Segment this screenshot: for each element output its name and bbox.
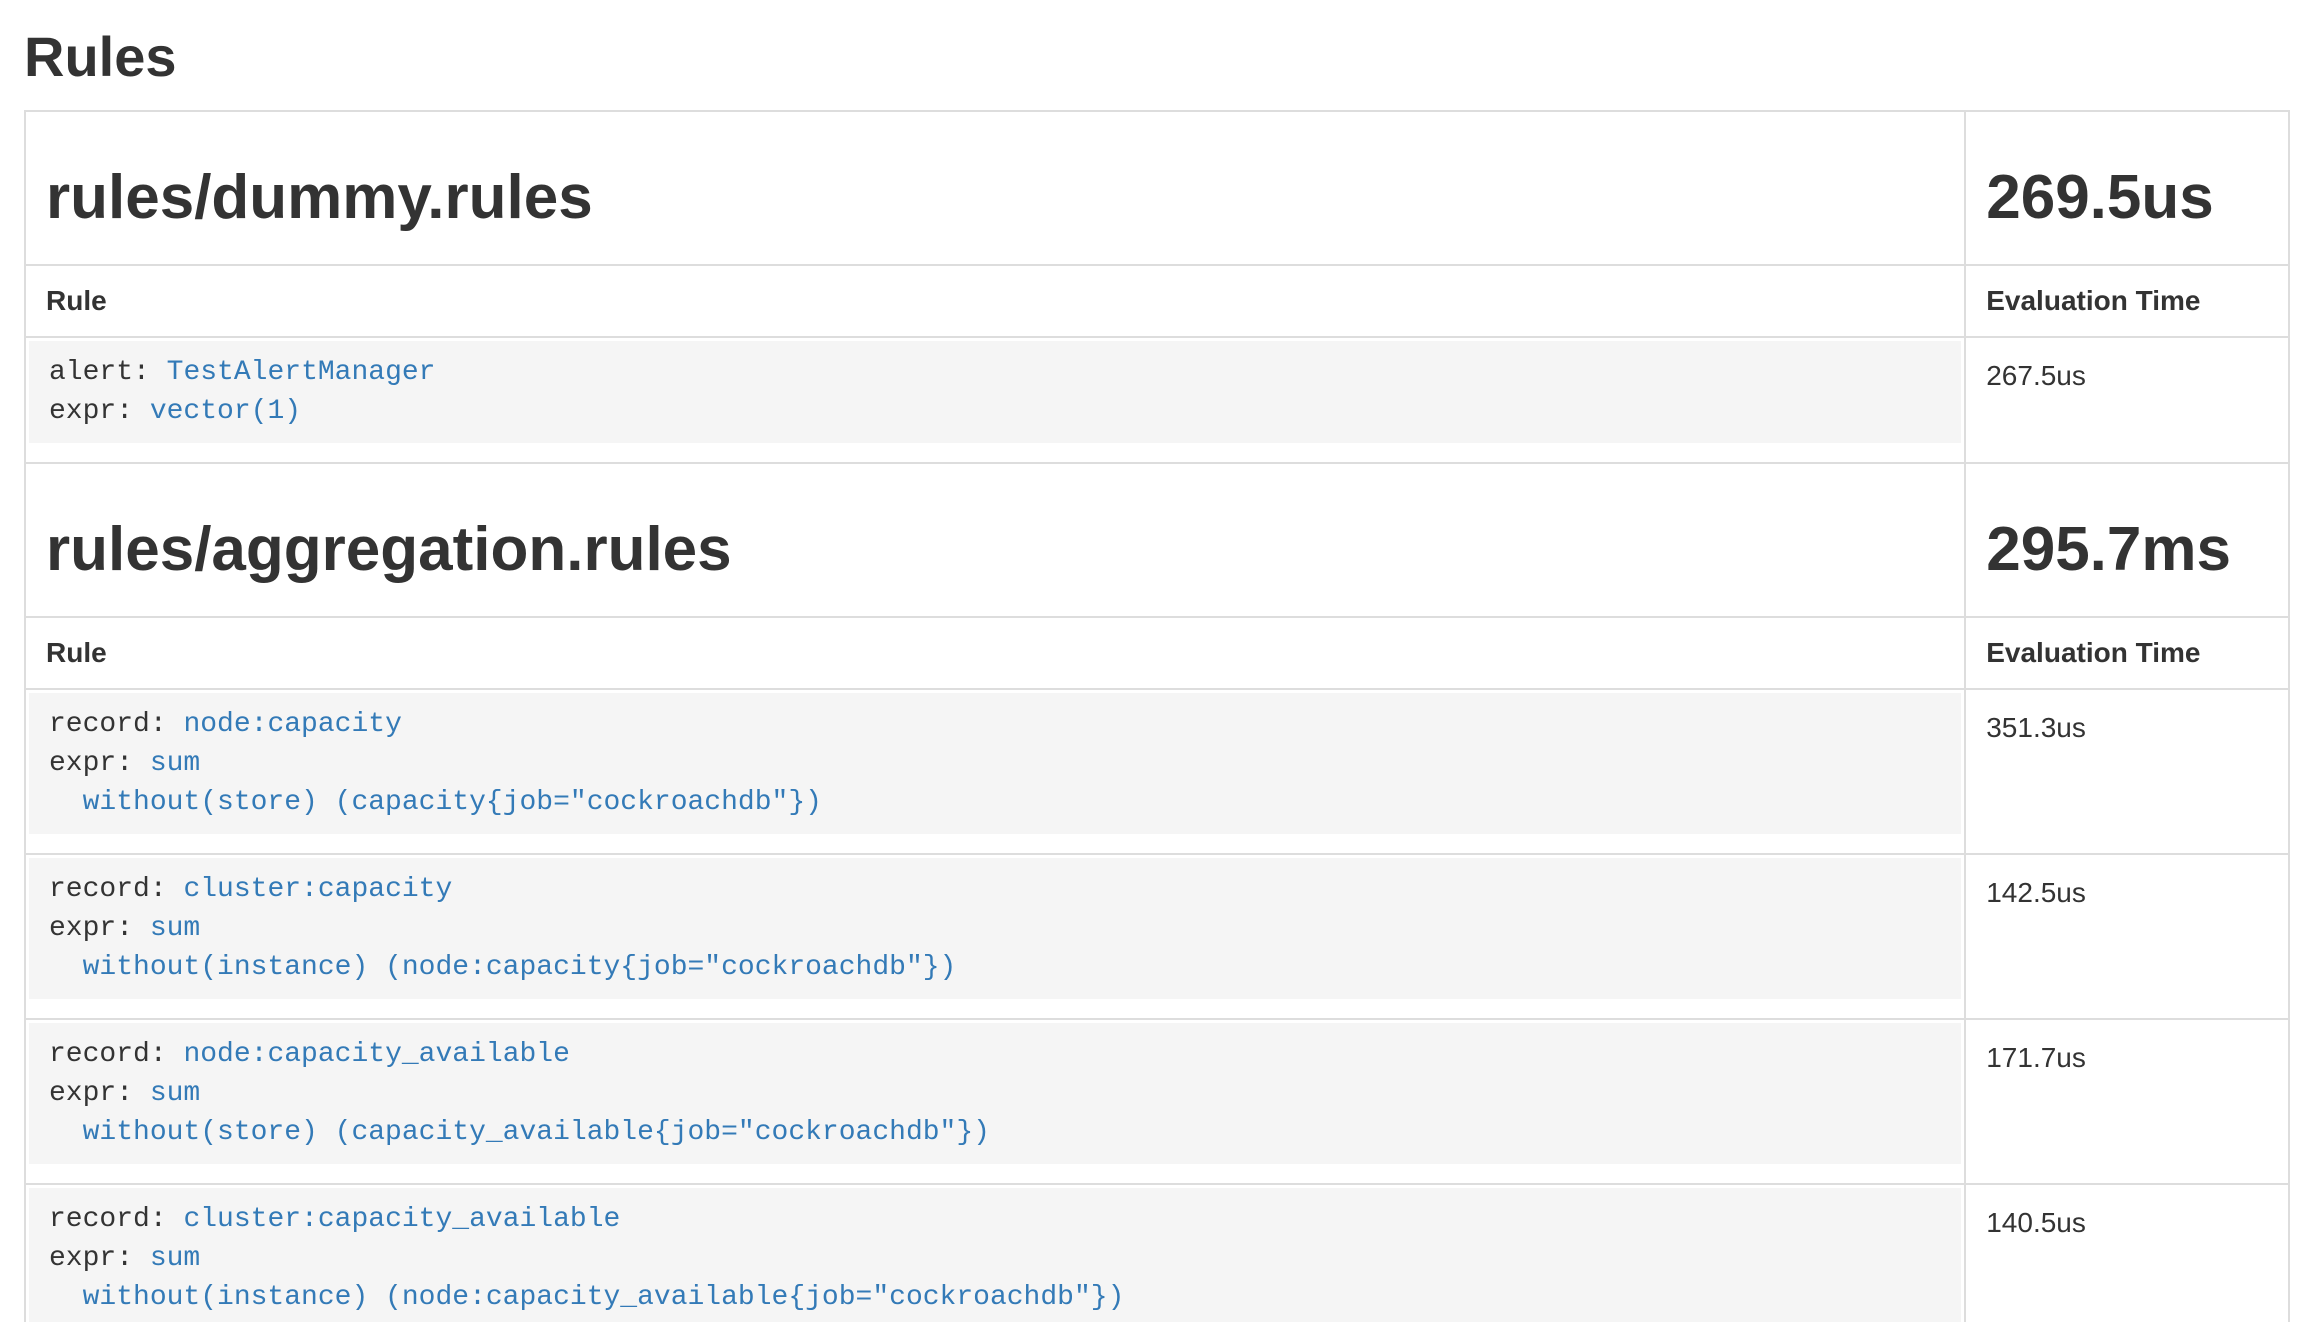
expr-keyword: expr: [49, 913, 133, 944]
expr-keyword: expr: [49, 396, 133, 427]
rule-code: record: cluster:capacity_available expr:… [29, 1188, 1961, 1322]
expr-keyword: expr: [49, 1078, 133, 1109]
rule-row: record: node:capacity_available expr: su… [25, 1019, 2289, 1184]
rule-keyword: record: [49, 709, 167, 740]
rule-row: record: node:capacity expr: sum without(… [25, 689, 2289, 854]
rule-row: alert: TestAlertManager expr: vector(1) … [25, 337, 2289, 463]
column-header-row: Rule Evaluation Time [25, 617, 2289, 689]
group-header-row: rules/aggregation.rules 295.7ms [25, 463, 2289, 617]
rule-row: record: cluster:capacity expr: sum witho… [25, 854, 2289, 1019]
rule-expr-link[interactable]: vector(1) [150, 396, 301, 427]
time-column-header: Evaluation Time [1965, 617, 2289, 689]
rule-eval-time: 142.5us [1965, 854, 2289, 1019]
rule-expr-link[interactable]: sum without(store) (capacity{job="cockro… [49, 748, 822, 818]
expr-keyword: expr: [49, 748, 133, 779]
group-total-time-cell: 295.7ms [1965, 463, 2289, 617]
rule-expr-link[interactable]: sum without(store) (capacity_available{j… [49, 1078, 990, 1148]
rule-cell: record: node:capacity expr: sum without(… [25, 689, 1965, 854]
group-total-time: 295.7ms [1986, 517, 2268, 583]
rule-name-link[interactable]: node:capacity_available [183, 1039, 569, 1070]
rule-eval-time: 267.5us [1965, 337, 2289, 463]
rule-name-link[interactable]: cluster:capacity [183, 874, 452, 905]
group-file-heading: rules/aggregation.rules [46, 517, 1944, 583]
rule-name-link[interactable]: node:capacity [183, 709, 401, 740]
rule-name-link[interactable]: TestAlertManager [167, 357, 436, 388]
rule-code: alert: TestAlertManager expr: vector(1) [29, 341, 1961, 443]
rule-keyword: record: [49, 1204, 167, 1235]
column-header-row: Rule Evaluation Time [25, 265, 2289, 337]
rule-expr-link[interactable]: sum without(instance) (node:capacity{job… [49, 913, 956, 983]
rule-cell: record: cluster:capacity_available expr:… [25, 1184, 1965, 1322]
rule-eval-time: 351.3us [1965, 689, 2289, 854]
rule-row: record: cluster:capacity_available expr:… [25, 1184, 2289, 1322]
group-file-cell: rules/dummy.rules [25, 111, 1965, 265]
group-total-time: 269.5us [1986, 165, 2268, 231]
group-total-time-cell: 269.5us [1965, 111, 2289, 265]
rule-eval-time: 140.5us [1965, 1184, 2289, 1322]
rule-keyword: record: [49, 874, 167, 905]
page-title: Rules [24, 26, 2290, 88]
rule-column-header: Rule [25, 265, 1965, 337]
rule-code: record: node:capacity_available expr: su… [29, 1023, 1961, 1164]
rule-cell: alert: TestAlertManager expr: vector(1) [25, 337, 1965, 463]
rule-code: record: node:capacity expr: sum without(… [29, 693, 1961, 834]
rule-cell: record: node:capacity_available expr: su… [25, 1019, 1965, 1184]
rule-keyword: record: [49, 1039, 167, 1070]
group-file-cell: rules/aggregation.rules [25, 463, 1965, 617]
rule-name-link[interactable]: cluster:capacity_available [183, 1204, 620, 1235]
rules-page: Rules rules/dummy.rules 269.5us Rule Eva… [0, 0, 2316, 1322]
rule-keyword: alert: [49, 357, 150, 388]
rule-code: record: cluster:capacity expr: sum witho… [29, 858, 1961, 999]
rule-eval-time: 171.7us [1965, 1019, 2289, 1184]
rule-cell: record: cluster:capacity expr: sum witho… [25, 854, 1965, 1019]
rule-expr-link[interactable]: sum without(instance) (node:capacity_ava… [49, 1243, 1124, 1313]
group-file-heading: rules/dummy.rules [46, 165, 1944, 231]
rule-column-header: Rule [25, 617, 1965, 689]
time-column-header: Evaluation Time [1965, 265, 2289, 337]
group-header-row: rules/dummy.rules 269.5us [25, 111, 2289, 265]
expr-keyword: expr: [49, 1243, 133, 1274]
rules-table: rules/dummy.rules 269.5us Rule Evaluatio… [24, 110, 2290, 1322]
